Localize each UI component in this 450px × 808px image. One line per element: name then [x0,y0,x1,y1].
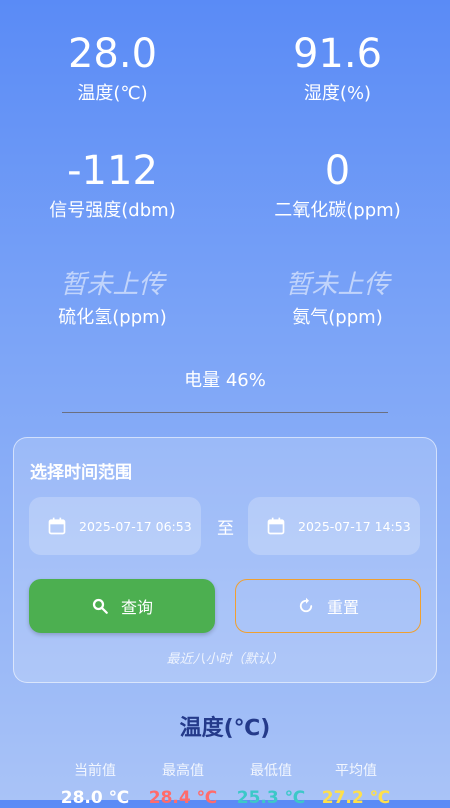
reset-button[interactable]: 重置 [235,579,421,633]
signal-metric: -112 信号强度(dbm) [0,147,225,223]
temperature-label: 温度(℃) [77,83,148,104]
battery-level: 电量 46% [184,370,266,391]
end-date-picker[interactable]: 2025-07-17 14:53 [248,497,420,555]
calendar-icon [267,517,285,535]
stat-value: 28.4 ℃ [148,788,218,808]
stat-label: 当前值 [74,763,116,779]
section-title: 温度(℃) [179,716,271,741]
calendar-icon [48,517,66,535]
co2-label: 二氧化碳(ppm) [274,200,401,221]
humidity-metric: 91.6 湿度(%) [225,30,450,106]
stat-label: 平均值 [335,763,377,779]
co2-value: 0 [324,148,351,194]
reset-label: 重置 [326,598,359,617]
nh3-value: 暂未上传 [285,270,390,300]
start-date-text: 2025-07-17 06:53 [79,518,192,534]
stat-current: 当前值 28.0 ℃ [45,760,145,808]
co2-metric: 0 二氧化碳(ppm) [225,147,450,223]
h2s-value: 暂未上传 [60,270,165,300]
default-range-hint: 最近八小时（默认） [166,652,284,667]
query-label: 查询 [120,598,153,617]
divider [62,412,388,413]
humidity-label: 湿度(%) [303,83,372,104]
time-range-card: 选择时间范围 2025-07-17 06:53 至 2025-07-17 14:… [13,437,437,683]
nh3-metric: 暂未上传 氨气(ppm) [225,268,450,330]
h2s-metric: 暂未上传 硫化氢(ppm) [0,268,225,330]
signal-value: -112 [67,148,158,194]
h2s-label: 硫化氢(ppm) [58,307,167,328]
nh3-label: 氨气(ppm) [292,307,383,328]
stat-label: 最高值 [162,763,204,779]
humidity-value: 91.6 [292,31,383,77]
stat-average: 平均值 27.2 ℃ [306,760,406,808]
temperature-metric: 28.0 温度(℃) [0,30,225,106]
start-date-picker[interactable]: 2025-07-17 06:53 [29,497,201,555]
refresh-icon [299,597,313,613]
range-separator: 至 [217,519,234,539]
signal-label: 信号强度(dbm) [49,200,176,221]
stat-value: 27.2 ℃ [321,788,391,808]
time-range-title: 选择时间范围 [30,463,132,483]
search-icon [92,598,108,614]
stat-max: 最高值 28.4 ℃ [133,760,233,808]
end-date-text: 2025-07-17 14:53 [298,518,411,534]
query-button[interactable]: 查询 [29,579,215,633]
stat-value: 28.0 ℃ [60,788,130,808]
temperature-value: 28.0 [67,31,158,77]
